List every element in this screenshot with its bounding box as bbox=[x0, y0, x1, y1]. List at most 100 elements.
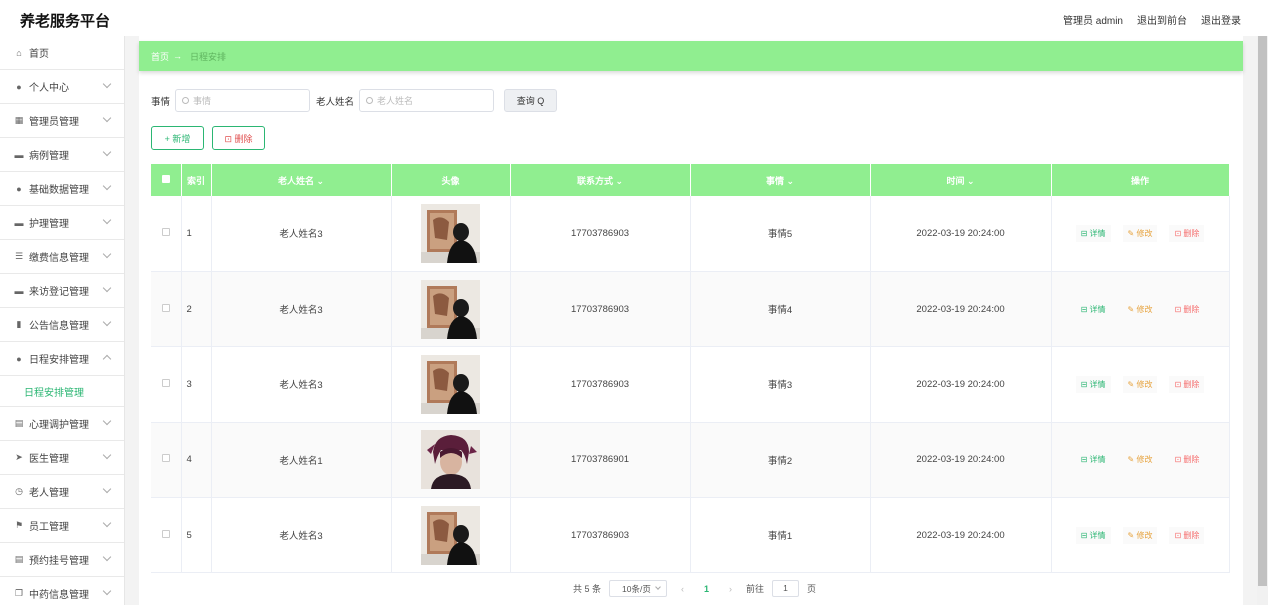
detail-button[interactable]: ⊟ 详情 bbox=[1075, 451, 1111, 469]
sidebar-item-11[interactable]: ➤ 医生管理 bbox=[0, 441, 124, 475]
table-row: 5 老人姓名3 17703786903 事情1 2022-03-19 20:24:00 ⊟… bbox=[151, 497, 1230, 574]
detail-button[interactable]: ⊟ 详情 bbox=[1075, 526, 1111, 544]
cell-ops: ⊟ 详情 ✎ 修改 ⊡ 删除 bbox=[1051, 422, 1230, 499]
chevron-down-icon bbox=[102, 283, 112, 293]
query-button[interactable]: 查询 Q bbox=[504, 89, 558, 112]
sidebar-item-label: 医生管理 bbox=[29, 454, 69, 465]
row-checkbox[interactable] bbox=[151, 271, 182, 348]
sidebar-item-5[interactable]: ▬ 护理管理 bbox=[0, 206, 124, 240]
top-links: 管理员 admin 退出到前台 退出登录 bbox=[1063, 12, 1241, 27]
cell-avatar bbox=[391, 422, 511, 499]
delete-row-button[interactable]: ⊡ 删除 bbox=[1169, 375, 1205, 393]
cell-index: 5 bbox=[181, 497, 212, 574]
header-elder-name[interactable]: 老人姓名 ⌄ bbox=[211, 164, 392, 196]
logout-link[interactable]: 退出登录 bbox=[1201, 12, 1241, 27]
page-number-current[interactable]: 1 bbox=[698, 584, 715, 594]
page-size-select[interactable]: 10条/页 bbox=[609, 580, 668, 597]
submenu-schedule[interactable]: 日程安排管理 bbox=[0, 376, 124, 407]
cell-contact: 17703786903 bbox=[510, 497, 691, 574]
event-search-input[interactable]: 事情 bbox=[175, 89, 311, 112]
edit-button[interactable]: ✎ 修改 bbox=[1122, 224, 1158, 242]
header-avatar: 头像 bbox=[391, 164, 511, 196]
edit-button[interactable]: ✎ 修改 bbox=[1122, 375, 1158, 393]
sidebar-item-3[interactable]: ▬ 病例管理 bbox=[0, 138, 124, 172]
sidebar-item-12[interactable]: ◷ 老人管理 bbox=[0, 475, 124, 509]
header-time[interactable]: 时间 ⌄ bbox=[870, 164, 1052, 196]
sidebar-item-2[interactable]: ▦ 管理员管理 bbox=[0, 104, 124, 138]
cell-ops: ⊟ 详情 ✎ 修改 ⊡ 删除 bbox=[1051, 346, 1230, 423]
sidebar-item-6[interactable]: ☰ 缴费信息管理 bbox=[0, 240, 124, 274]
sidebar-item-0[interactable]: ⌂ 首页 bbox=[0, 36, 124, 70]
delete-row-button[interactable]: ⊡ 删除 bbox=[1169, 526, 1205, 544]
add-button[interactable]: + 新增 bbox=[151, 126, 204, 150]
avatar[interactable] bbox=[421, 203, 480, 263]
row-checkbox[interactable] bbox=[151, 497, 182, 574]
detail-button[interactable]: ⊟ 详情 bbox=[1075, 375, 1111, 393]
exit-to-front-link[interactable]: 退出到前台 bbox=[1137, 12, 1187, 27]
delete-row-button[interactable]: ⊡ 删除 bbox=[1169, 451, 1205, 469]
sidebar-item-1[interactable]: ● 个人中心 bbox=[0, 70, 124, 104]
admin-user-label[interactable]: 管理员 admin bbox=[1063, 12, 1123, 27]
goto-page-input[interactable]: 1 bbox=[772, 580, 800, 597]
cell-ops: ⊟ 详情 ✎ 修改 ⊡ 删除 bbox=[1051, 497, 1230, 574]
main-content: 首页 → 日程安排 事情 事情 老人姓名 老人姓名 查询 Q + 新增 ⊡ 删除… bbox=[139, 36, 1243, 605]
prev-page-button[interactable]: ‹ bbox=[675, 584, 690, 594]
elder-name-label: 老人姓名 bbox=[316, 96, 355, 108]
cell-event: 事情1 bbox=[690, 497, 871, 574]
list-icon: ☰ bbox=[14, 251, 24, 261]
batch-delete-button[interactable]: ⊡ 删除 bbox=[212, 126, 265, 150]
edit-button[interactable]: ✎ 修改 bbox=[1122, 300, 1158, 318]
cell-event: 事情3 bbox=[690, 346, 871, 423]
app-title: 养老服务平台 bbox=[20, 13, 111, 30]
chevron-down-icon bbox=[102, 181, 112, 191]
header-contact[interactable]: 联系方式 ⌄ bbox=[510, 164, 691, 196]
detail-button[interactable]: ⊟ 详情 bbox=[1075, 224, 1111, 242]
sidebar-item-9[interactable]: ● 日程安排管理 bbox=[0, 342, 124, 376]
page-scrollbar[interactable] bbox=[1257, 36, 1268, 605]
sidebar-item-8[interactable]: ▮ 公告信息管理 bbox=[0, 308, 124, 342]
delete-row-button[interactable]: ⊡ 删除 bbox=[1169, 224, 1205, 242]
cell-index: 1 bbox=[181, 196, 212, 272]
breadcrumb-home[interactable]: 首页 bbox=[151, 50, 169, 63]
copy-icon: ❐ bbox=[14, 588, 24, 598]
goto-label: 前往 bbox=[746, 584, 765, 594]
sidebar-item-7[interactable]: ▬ 来访登记管理 bbox=[0, 274, 124, 308]
avatar[interactable] bbox=[421, 354, 480, 414]
avatar[interactable] bbox=[421, 279, 480, 339]
flag-icon: ⚑ bbox=[14, 520, 24, 530]
chevron-down-icon bbox=[102, 484, 112, 494]
detail-button[interactable]: ⊟ 详情 bbox=[1075, 300, 1111, 318]
row-checkbox[interactable] bbox=[151, 346, 182, 423]
monitor-icon: ▬ bbox=[14, 149, 24, 160]
header-event[interactable]: 事情 ⌄ bbox=[690, 164, 871, 196]
row-checkbox[interactable] bbox=[151, 196, 182, 272]
chevron-down-icon bbox=[655, 584, 661, 590]
cell-event: 事情4 bbox=[690, 271, 871, 348]
cell-time: 2022-03-19 20:24:00 bbox=[870, 196, 1052, 272]
schedule-table: 索引 老人姓名 ⌄ 头像 联系方式 ⌄ 事情 ⌄ 时间 ⌄ 操作 1 老人姓名3 1… bbox=[151, 164, 1230, 574]
sidebar-item-15[interactable]: ❐ 中药信息管理 bbox=[0, 577, 124, 605]
sidebar-item-label: 预约挂号管理 bbox=[29, 556, 89, 567]
delete-row-button[interactable]: ⊡ 删除 bbox=[1169, 300, 1205, 318]
elder-name-search-input[interactable]: 老人姓名 bbox=[359, 89, 495, 112]
scrollbar-thumb[interactable] bbox=[1258, 36, 1267, 586]
select-all-checkbox[interactable] bbox=[151, 164, 182, 196]
sidebar-item-label: 日程安排管理 bbox=[29, 355, 89, 366]
cell-contact: 17703786903 bbox=[510, 346, 691, 423]
table-header-row: 索引 老人姓名 ⌄ 头像 联系方式 ⌄ 事情 ⌄ 时间 ⌄ 操作 bbox=[151, 164, 1230, 196]
row-checkbox[interactable] bbox=[151, 422, 182, 499]
sidebar-item-14[interactable]: ▤ 预约挂号管理 bbox=[0, 543, 124, 577]
person-icon: ● bbox=[16, 183, 22, 194]
edit-button[interactable]: ✎ 修改 bbox=[1122, 451, 1158, 469]
avatar[interactable] bbox=[421, 430, 480, 490]
event-label: 事情 bbox=[151, 96, 171, 108]
edit-button[interactable]: ✎ 修改 bbox=[1122, 526, 1158, 544]
sidebar-item-13[interactable]: ⚑ 员工管理 bbox=[0, 509, 124, 543]
avatar[interactable] bbox=[421, 505, 480, 565]
sidebar-item-4[interactable]: ● 基础数据管理 bbox=[0, 172, 124, 206]
chart-icon: ▮ bbox=[16, 319, 22, 329]
sidebar-item-10[interactable]: ▤ 心理调护管理 bbox=[0, 407, 124, 441]
cell-avatar bbox=[391, 497, 511, 574]
next-page-button[interactable]: › bbox=[723, 584, 738, 594]
monitor-icon: ▬ bbox=[14, 217, 24, 228]
